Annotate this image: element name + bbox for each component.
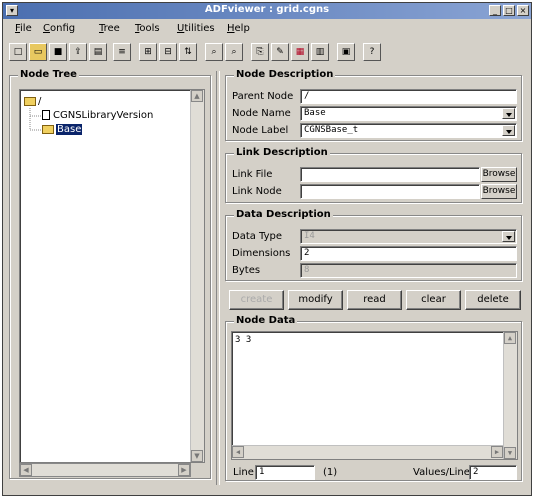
export-icon[interactable]: ⇪ — [69, 43, 87, 61]
chevron-down-icon[interactable] — [502, 125, 515, 136]
data-horizontal-scrollbar[interactable]: ◀ ▶ — [232, 445, 503, 459]
scroll-left-icon[interactable]: ◀ — [20, 464, 32, 476]
bytes-label: Bytes — [232, 265, 261, 276]
modify-button[interactable]: modify — [288, 290, 343, 310]
values-per-line-label: Values/Line — [413, 467, 470, 478]
node-description-title: Node Description — [234, 69, 336, 80]
edit-icon[interactable]: ✎ — [271, 43, 289, 61]
menu-bar: File Config Tree Tools Utilities Help — [3, 21, 531, 37]
link-description-title: Link Description — [234, 147, 330, 158]
tree-level-icon[interactable]: ⇅ — [179, 43, 197, 61]
node-tree-title: Node Tree — [18, 69, 79, 80]
node-name-field[interactable]: Base — [300, 106, 517, 121]
find-icon[interactable]: ⌕ — [205, 43, 223, 61]
tree-horizontal-scrollbar[interactable]: ◀ ▶ — [19, 463, 191, 477]
calculator-icon[interactable]: ▣ — [337, 43, 355, 61]
link-file-browse-button[interactable]: Browse — [481, 167, 517, 182]
scroll-right-icon[interactable]: ▶ — [491, 446, 503, 458]
tree-collapse-icon[interactable]: ⊟ — [159, 43, 177, 61]
node-label-label: Node Label — [232, 125, 289, 136]
menu-utilities[interactable]: Utilities — [177, 23, 215, 34]
scroll-left-icon[interactable]: ◀ — [232, 446, 244, 458]
bytes-field: 8 — [300, 263, 517, 278]
open-folder-icon[interactable]: ▭ — [29, 43, 47, 61]
data-type-label: Data Type — [232, 231, 283, 242]
chevron-down-icon[interactable] — [502, 231, 515, 242]
node-tree[interactable]: / CGNSLibraryVersion Base ▲ ▼ — [19, 89, 205, 463]
splitter[interactable] — [216, 71, 220, 485]
save-icon[interactable]: ■ — [49, 43, 67, 61]
toolbar: □ ▭ ■ ⇪ ▤ ≡ ⊞ ⊟ ⇅ ⌕ ⌕ ⎘ ✎ ▦ ▥ ▣ ? — [9, 43, 529, 63]
link-file-field[interactable] — [300, 167, 480, 182]
scroll-down-icon[interactable]: ▼ — [191, 450, 203, 462]
line-total: (1) — [323, 467, 338, 478]
parent-node-label: Parent Node — [232, 91, 294, 102]
dimensions-label: Dimensions — [232, 248, 291, 259]
compare-icon[interactable]: ≡ — [113, 43, 131, 61]
line-field[interactable]: 1 — [255, 465, 315, 480]
new-file-icon[interactable]: □ — [9, 43, 27, 61]
scroll-down-icon[interactable]: ▼ — [504, 447, 516, 459]
chevron-down-icon[interactable] — [502, 108, 515, 119]
read-button[interactable]: read — [347, 290, 402, 310]
scroll-up-icon[interactable]: ▲ — [191, 90, 203, 102]
close-button[interactable]: × — [517, 5, 529, 16]
node-data-title: Node Data — [234, 315, 298, 326]
properties-icon[interactable]: ▤ — [89, 43, 107, 61]
line-label: Line — [233, 467, 254, 478]
app-window: ▾ ADFviewer : grid.cgns _ □ × File Confi… — [2, 2, 532, 496]
tree-vertical-scrollbar[interactable]: ▲ ▼ — [190, 90, 204, 462]
menu-tools[interactable]: Tools — [135, 23, 160, 34]
link-node-field[interactable] — [300, 184, 480, 199]
title-bar: ▾ ADFviewer : grid.cgns _ □ × — [3, 3, 531, 19]
window-title: ADFviewer : grid.cgns — [204, 4, 330, 15]
clear-button[interactable]: clear — [406, 290, 461, 310]
data-description-title: Data Description — [234, 209, 333, 220]
tree-expand-icon[interactable]: ⊞ — [139, 43, 157, 61]
copy-icon[interactable]: ⎘ — [251, 43, 269, 61]
find-next-icon[interactable]: ⌕ — [225, 43, 243, 61]
dimensions-field[interactable]: 2 — [300, 246, 517, 261]
node-label-field[interactable]: CGNSBase_t — [300, 123, 517, 138]
document-icon[interactable]: ▥ — [311, 43, 329, 61]
maximize-button[interactable]: □ — [503, 5, 515, 16]
scroll-right-icon[interactable]: ▶ — [178, 464, 190, 476]
menu-help[interactable]: Help — [227, 23, 250, 34]
menu-tree[interactable]: Tree — [99, 23, 120, 34]
grid-icon[interactable]: ▦ — [291, 43, 309, 61]
scroll-up-icon[interactable]: ▲ — [504, 332, 516, 344]
link-node-browse-button[interactable]: Browse — [481, 184, 517, 199]
help-icon[interactable]: ? — [363, 43, 381, 61]
link-file-label: Link File — [232, 169, 273, 180]
create-button[interactable]: create — [229, 290, 284, 310]
node-name-label: Node Name — [232, 108, 291, 119]
link-node-label: Link Node — [232, 186, 282, 197]
tree-lines — [29, 108, 41, 131]
node-data-textarea[interactable]: 3 3 ▲ ▼ ◀ ▶ — [231, 331, 518, 460]
data-vertical-scrollbar[interactable]: ▲ ▼ — [503, 332, 517, 459]
values-per-line-field[interactable]: 2 — [469, 465, 517, 480]
menu-file[interactable]: File — [15, 23, 32, 34]
delete-button[interactable]: delete — [465, 290, 521, 310]
data-type-field[interactable]: I4 — [300, 229, 517, 244]
menu-config[interactable]: Config — [43, 23, 75, 34]
parent-node-field[interactable]: / — [300, 89, 517, 104]
minimize-button[interactable]: _ — [489, 5, 501, 16]
tree-item-cgnslibraryversion[interactable]: CGNSLibraryVersion — [42, 110, 153, 122]
